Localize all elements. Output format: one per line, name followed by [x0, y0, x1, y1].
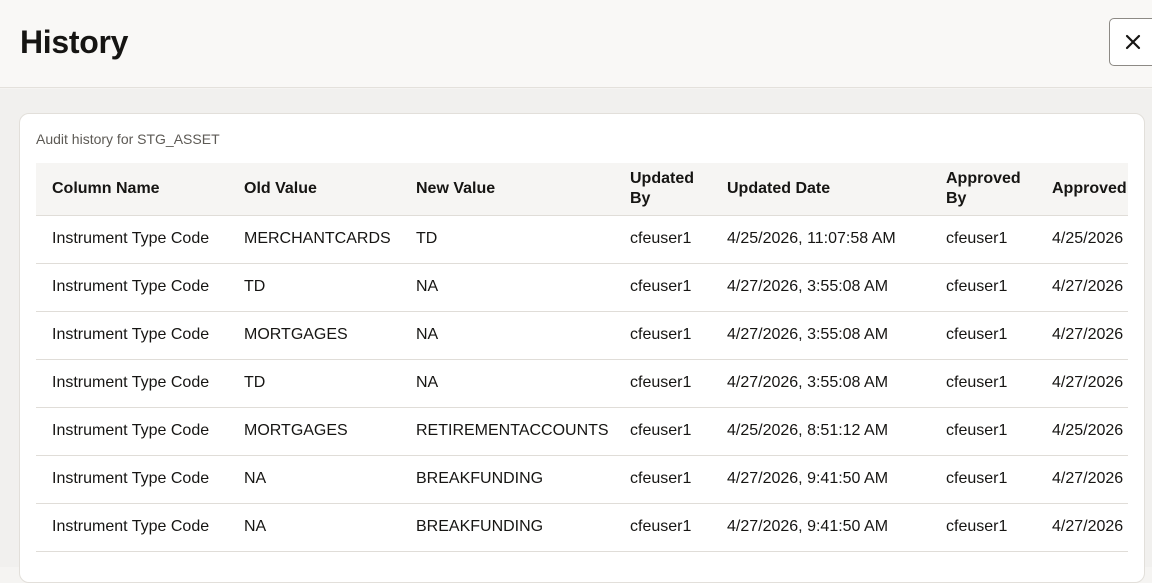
close-icon [1125, 34, 1141, 50]
table-header-row: Column Name Old Value New Value Updated … [36, 163, 1128, 216]
cell-old-value: NA [228, 455, 400, 504]
cell-approved: 4/27/2026 [1036, 263, 1128, 312]
cell-new-value: NA [400, 311, 614, 360]
cell-approved: 4/27/2026 [1036, 455, 1128, 504]
cell-new-value: NA [400, 359, 614, 408]
cell-updated-date: 4/27/2026, 3:55:08 AM [711, 359, 930, 408]
cell-approved-by: cfeuser1 [930, 263, 1036, 312]
cell-old-value: MORTGAGES [228, 407, 400, 456]
cell-old-value: MORTGAGES [228, 311, 400, 360]
column-header-old-value[interactable]: Old Value [228, 163, 400, 216]
dialog-body: Audit history for STG_ASSET Column Name … [0, 89, 1152, 583]
table-row[interactable]: Instrument Type Code TD NA cfeuser1 4/27/202… [36, 263, 1128, 312]
column-header-column-name[interactable]: Column Name [36, 163, 228, 216]
cell-old-value: NA [228, 503, 400, 552]
cell-updated-date: 4/27/2026, 3:55:08 AM [711, 311, 930, 360]
cell-approved: 4/25/2026 [1036, 215, 1128, 264]
cell-updated-by: cfeuser1 [614, 455, 711, 504]
cell-updated-by: cfeuser1 [614, 311, 711, 360]
cell-column-name: Instrument Type Code [36, 407, 228, 456]
cell-updated-by: cfeuser1 [614, 503, 711, 552]
cell-new-value: BREAKFUNDING [400, 503, 614, 552]
cell-updated-by: cfeuser1 [614, 407, 711, 456]
column-header-updated-date[interactable]: Updated Date [711, 163, 930, 216]
cell-approved-by: cfeuser1 [930, 359, 1036, 408]
table-row[interactable]: Instrument Type Code MORTGAGES NA cfeuser1 4… [36, 311, 1128, 360]
cell-updated-date: 4/27/2026, 9:41:50 AM [711, 455, 930, 504]
column-header-new-value[interactable]: New Value [400, 163, 614, 216]
cell-updated-date: 4/27/2026, 3:55:08 AM [711, 263, 930, 312]
cell-old-value: MERCHANTCARDS [228, 215, 400, 264]
cell-new-value: RETIREMENTACCOUNTS [400, 407, 614, 456]
table-row[interactable]: Instrument Type Code MORTGAGES RETIREMENTA… [36, 407, 1128, 456]
cell-new-value: TD [400, 215, 614, 264]
cell-column-name: Instrument Type Code [36, 503, 228, 552]
table-row[interactable]: Instrument Type Code TD NA cfeuser1 4/27/202… [36, 359, 1128, 408]
cell-new-value: NA [400, 263, 614, 312]
cell-approved-by: cfeuser1 [930, 311, 1036, 360]
cell-approved-by: cfeuser1 [930, 503, 1036, 552]
cell-old-value: TD [228, 359, 400, 408]
cell-approved: 4/27/2026 [1036, 503, 1128, 552]
cell-new-value: BREAKFUNDING [400, 455, 614, 504]
close-button[interactable] [1109, 18, 1152, 66]
cell-updated-date: 4/27/2026, 9:41:50 AM [711, 503, 930, 552]
column-header-approved[interactable]: Approved [1036, 163, 1128, 216]
table-scroll-area[interactable]: Column Name Old Value New Value Updated … [36, 163, 1128, 582]
cell-approved-by: cfeuser1 [930, 215, 1036, 264]
audit-history-table: Column Name Old Value New Value Updated … [36, 163, 1128, 552]
table-row[interactable]: Instrument Type Code NA BREAKFUNDING cfeuse… [36, 503, 1128, 552]
dialog-title: History [20, 24, 129, 60]
table-row[interactable]: Instrument Type Code MERCHANTCARDS TD cfeus… [36, 215, 1128, 264]
audit-card: Audit history for STG_ASSET Column Name … [19, 113, 1145, 583]
table-caption: Audit history for STG_ASSET [36, 131, 220, 147]
cell-updated-date: 4/25/2026, 8:51:12 AM [711, 407, 930, 456]
cell-old-value: TD [228, 263, 400, 312]
cell-updated-by: cfeuser1 [614, 215, 711, 264]
cell-column-name: Instrument Type Code [36, 359, 228, 408]
cell-updated-by: cfeuser1 [614, 359, 711, 408]
dialog-header: History [0, 0, 1152, 88]
cell-approved: 4/27/2026 [1036, 311, 1128, 360]
column-header-approved-by[interactable]: Approved By [930, 163, 1036, 216]
cell-approved: 4/25/2026 [1036, 407, 1128, 456]
cell-column-name: Instrument Type Code [36, 455, 228, 504]
column-header-updated-by[interactable]: Updated By [614, 163, 711, 216]
cell-approved: 4/27/2026 [1036, 359, 1128, 408]
cell-approved-by: cfeuser1 [930, 407, 1036, 456]
cell-updated-by: cfeuser1 [614, 263, 711, 312]
cell-column-name: Instrument Type Code [36, 311, 228, 360]
table-row[interactable]: Instrument Type Code NA BREAKFUNDING cfeuse… [36, 455, 1128, 504]
cell-column-name: Instrument Type Code [36, 215, 228, 264]
table-body: Instrument Type Code MERCHANTCARDS TD cfeus… [36, 215, 1128, 552]
cell-approved-by: cfeuser1 [930, 455, 1036, 504]
cell-updated-date: 4/25/2026, 11:07:58 AM [711, 215, 930, 264]
cell-column-name: Instrument Type Code [36, 263, 228, 312]
